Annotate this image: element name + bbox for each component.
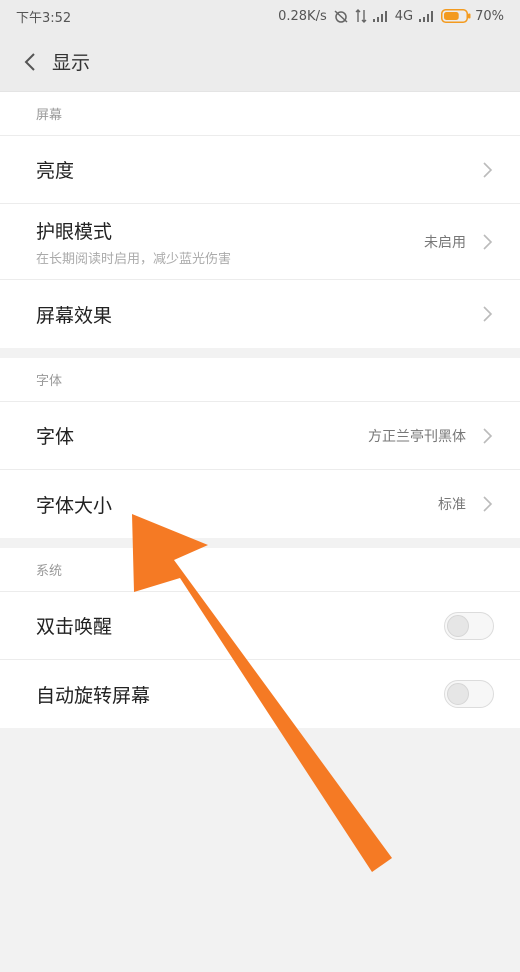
back-button[interactable] xyxy=(16,48,44,76)
section-header: 字体 xyxy=(0,358,520,402)
network-speed: 0.28K/s xyxy=(278,8,327,24)
section-header: 屏幕 xyxy=(0,92,520,136)
header: 显示 xyxy=(0,32,520,92)
chevron-right-icon xyxy=(483,306,493,322)
section-header: 系统 xyxy=(0,548,520,592)
row-value: 方正兰亭刊黑体 xyxy=(368,428,466,445)
signal-icon xyxy=(372,10,389,22)
section-system: 系统 双击唤醒 自动旋转屏幕 xyxy=(0,548,520,728)
row-eye-protection[interactable]: 护眼模式 在长期阅读时启用，减少蓝光伤害 未启用 xyxy=(0,204,520,280)
signal-icon-2 xyxy=(419,10,435,22)
double-tap-wake-toggle[interactable] xyxy=(444,611,494,640)
row-title: 屏幕效果 xyxy=(36,304,113,327)
toggle-knob xyxy=(447,614,469,637)
status-time: 下午3:52 xyxy=(16,10,72,26)
network-type: 4G xyxy=(394,8,414,24)
data-transfer-icon xyxy=(355,9,367,23)
section-font: 字体 字体 方正兰亭刊黑体 字体大小 标准 xyxy=(0,358,520,538)
row-title: 双击唤醒 xyxy=(36,616,113,638)
section-screen: 屏幕 亮度 护眼模式 在长期阅读时启用，减少蓝光伤害 未启用 屏幕效果 xyxy=(0,92,520,348)
section-divider xyxy=(0,348,520,358)
status-right: 0.28K/s 4G 70% xyxy=(278,9,504,24)
row-title: 字体 xyxy=(36,426,75,448)
battery: 70% xyxy=(441,9,504,24)
row-value: 标准 xyxy=(438,497,466,513)
chevron-right-icon xyxy=(483,161,493,178)
row-auto-rotate[interactable]: 自动旋转屏幕 xyxy=(0,660,520,728)
row-title: 亮度 xyxy=(36,160,75,182)
row-title: 字体大小 xyxy=(36,494,113,517)
battery-icon xyxy=(441,9,471,23)
row-brightness[interactable]: 亮度 xyxy=(0,136,520,204)
section-divider xyxy=(0,538,520,548)
chevron-right-icon xyxy=(483,233,493,250)
row-font-size[interactable]: 字体大小 标准 xyxy=(0,470,520,538)
row-screen-effect[interactable]: 屏幕效果 xyxy=(0,280,520,348)
status-bar: 下午3:52 0.28K/s 4G 70% xyxy=(0,0,520,32)
chevron-left-icon xyxy=(24,52,35,71)
toggle-knob xyxy=(447,683,469,705)
auto-rotate-toggle[interactable] xyxy=(444,680,494,708)
row-font[interactable]: 字体 方正兰亭刊黑体 xyxy=(0,402,520,470)
chevron-right-icon xyxy=(483,427,493,444)
page-title: 显示 xyxy=(52,52,91,74)
battery-percent: 70% xyxy=(475,8,504,24)
row-title: 护眼模式 xyxy=(36,220,113,243)
row-value: 未启用 xyxy=(424,234,466,251)
row-double-tap-wake[interactable]: 双击唤醒 xyxy=(0,592,520,660)
row-title: 自动旋转屏幕 xyxy=(36,684,151,707)
alarm-off-icon xyxy=(333,9,349,23)
chevron-right-icon xyxy=(483,496,493,512)
row-subtitle: 在长期阅读时启用，减少蓝光伤害 xyxy=(36,251,232,267)
